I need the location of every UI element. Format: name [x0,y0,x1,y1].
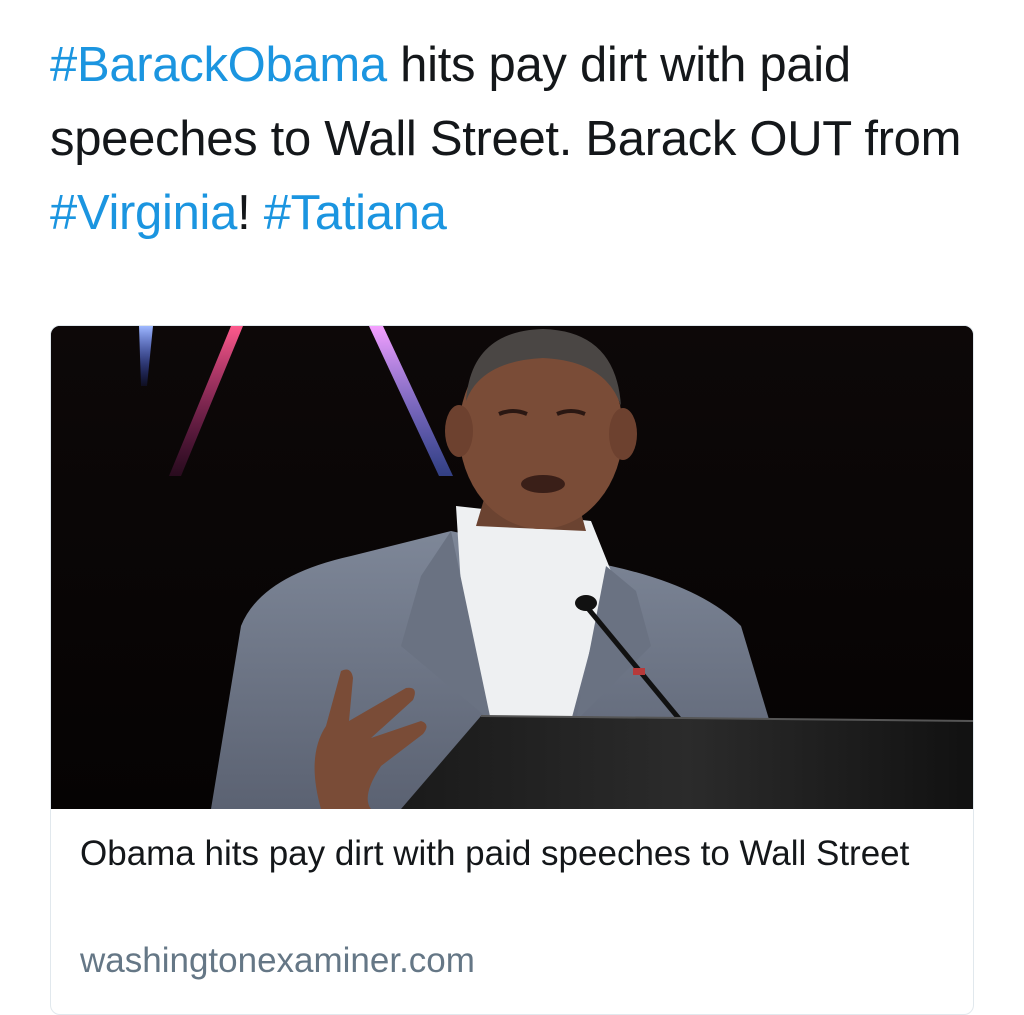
speaker-photo [51,326,973,809]
card-domain: washingtonexaminer.com [80,941,475,980]
card-title[interactable]: Obama hits pay dirt with paid speeches t… [80,831,940,877]
link-preview-card[interactable]: Obama hits pay dirt with paid speeches t… [50,325,974,1015]
hashtag-virginia[interactable]: #Virginia [50,186,237,240]
tweet-text-segment: ! [237,186,264,240]
hashtag-barackobama[interactable]: #BarackObama [50,38,387,92]
tweet-text: #BarackObama hits pay dirt with paid spe… [50,28,990,250]
hashtag-tatiana[interactable]: #Tatiana [264,186,447,240]
card-image[interactable] [51,326,973,809]
